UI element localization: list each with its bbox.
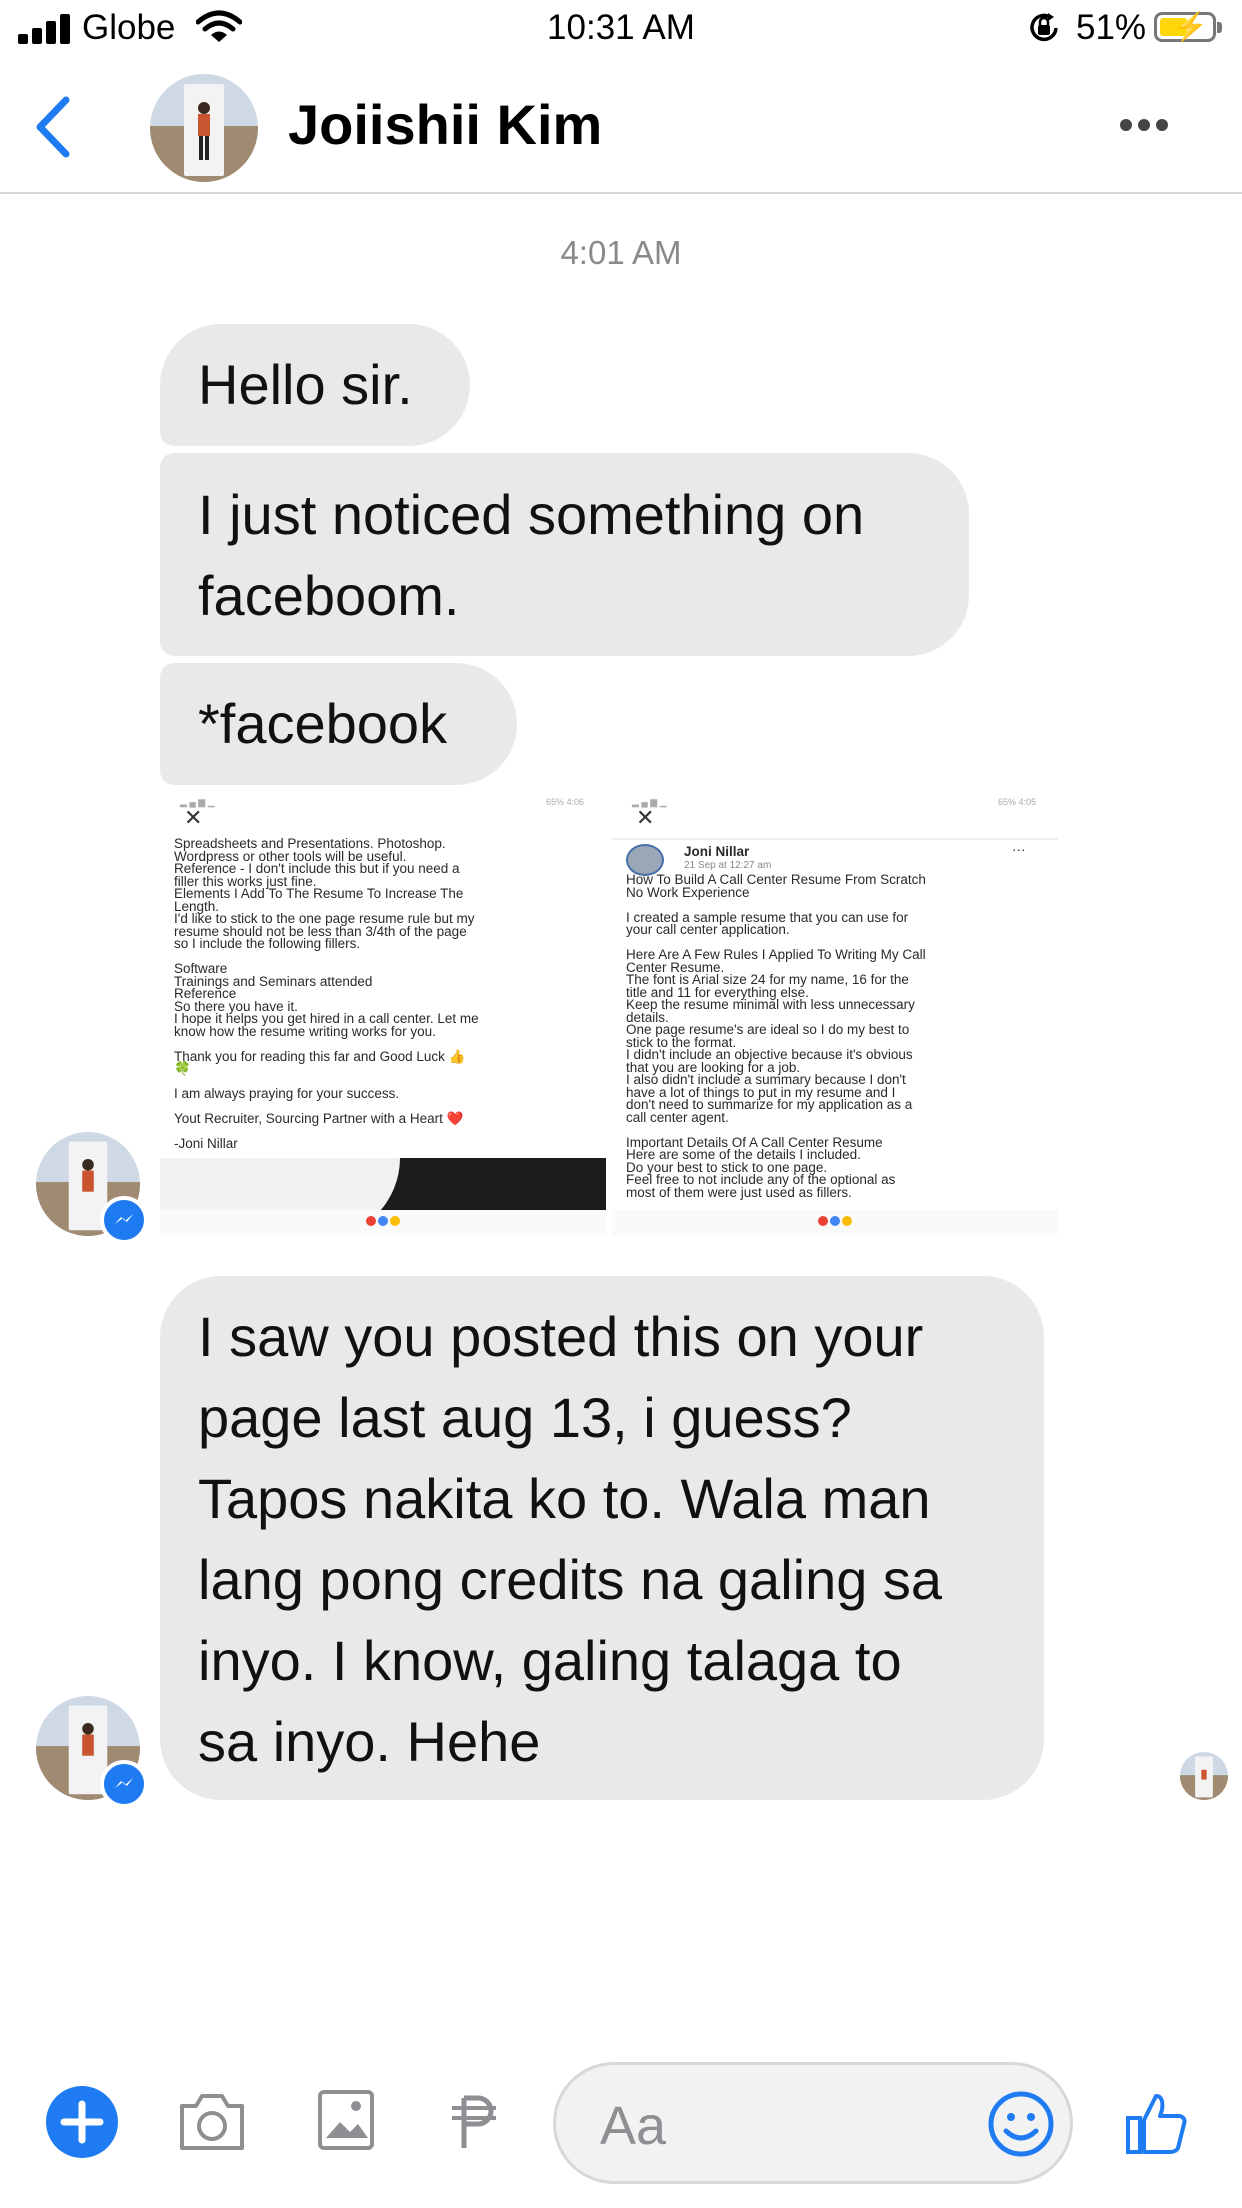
screenshot-line: call center agent. (626, 1109, 729, 1125)
screenshot-line: so I include the following fillers. (174, 936, 361, 951)
screenshot-nav-bar (612, 1210, 1058, 1236)
message-text: Tapos nakita ko to. Wala man (198, 1467, 931, 1530)
more-dots-icon[interactable] (1120, 118, 1174, 136)
message-text: Hello sir. (198, 353, 413, 416)
battery-icon: ⚡ (1154, 11, 1222, 42)
battery-percent: 51% (1076, 8, 1147, 47)
screenshot-line: your call center application. (626, 922, 790, 937)
back-chevron-icon[interactable] (28, 94, 78, 160)
screenshot-line: 🍀 (174, 1061, 191, 1076)
message-bubble[interactable]: *facebook (160, 663, 517, 785)
message-text: I just noticed something on (198, 483, 865, 546)
close-icon: ✕ (184, 805, 203, 830)
message-text: faceboom. (198, 564, 460, 627)
screenshot-status-bar: ▂ ▄ ▆ ▁ 65% 4:05 (632, 797, 1036, 807)
screenshot-status-bar: ▂ ▄ ▆ ▁ 65% 4:06 (180, 797, 584, 807)
messenger-badge-icon (100, 1760, 148, 1808)
contact-name[interactable]: Joiishii Kim (288, 92, 602, 157)
message-bubble[interactable]: I saw you posted this on your page last … (160, 1276, 1044, 1800)
close-icon: ✕ (636, 805, 655, 830)
plus-icon[interactable] (46, 2086, 118, 2158)
screenshot-line: -Joni Nillar (174, 1136, 238, 1151)
message-input[interactable]: Aa (553, 2062, 1073, 2184)
message-text: page last aug 13, i guess? (198, 1386, 852, 1449)
screenshot-line: Yout Recruiter, Sourcing Partner with a … (174, 1111, 464, 1126)
payment-icon[interactable] (446, 2092, 506, 2152)
screenshot-line: know how the resume writing works for yo… (174, 1023, 436, 1039)
composer-bar: Aa (0, 2050, 1242, 2208)
screenshot-photo (160, 1158, 606, 1236)
screenshot-line: most of them were just used as fillers. (626, 1184, 852, 1200)
conversation-header: Joiishii Kim (0, 62, 1242, 194)
message-text: sa inyo. Hehe (198, 1710, 541, 1773)
emoji-icon[interactable] (986, 2089, 1056, 2159)
message-text: *facebook (198, 692, 448, 755)
status-bar: Globe 10:31 AM 51% ⚡ (0, 0, 1242, 60)
post-meta: 21 Sep at 12:27 am (684, 860, 772, 871)
post-menu: ··· (1012, 842, 1026, 857)
message-timestamp: 4:01 AM (560, 234, 682, 271)
message-text: lang pong credits na galing sa (198, 1548, 943, 1611)
attachment-image-right[interactable]: ▂ ▄ ▆ ▁ 65% 4:05 ✕ Joni Nillar 21 Sep at … (612, 794, 1058, 1236)
read-receipt-avatar (1180, 1752, 1228, 1800)
screenshot-nav-bar (160, 1210, 606, 1236)
screenshot-line: Keep the resume minimal with less unnece… (626, 997, 915, 1012)
screenshot-line: No Work Experience (626, 884, 750, 900)
message-text: I saw you posted this on your (198, 1305, 924, 1368)
message-bubble[interactable]: Hello sir. (160, 324, 470, 446)
messenger-badge-icon (100, 1196, 148, 1244)
contact-avatar[interactable] (150, 74, 258, 182)
screenshot-line: I am always praying for your success. (174, 1086, 400, 1101)
post-author: Joni Nillar (684, 844, 750, 859)
message-input-placeholder: Aa (600, 2096, 667, 2156)
orientation-lock-icon (1030, 13, 1058, 42)
attachment-image-left[interactable]: ▂ ▄ ▆ ▁ 65% 4:06 ✕ Spreadsheets and Prese… (160, 794, 606, 1236)
thumbs-up-icon[interactable] (1124, 2090, 1190, 2156)
gallery-icon[interactable] (316, 2088, 376, 2152)
screenshot-line: Thank you for reading this far and Good … (174, 1048, 466, 1064)
message-bubble[interactable]: I just noticed something on faceboom. (160, 453, 969, 656)
message-text: inyo. I know, galing talaga to (198, 1629, 902, 1692)
camera-icon[interactable] (176, 2088, 248, 2154)
